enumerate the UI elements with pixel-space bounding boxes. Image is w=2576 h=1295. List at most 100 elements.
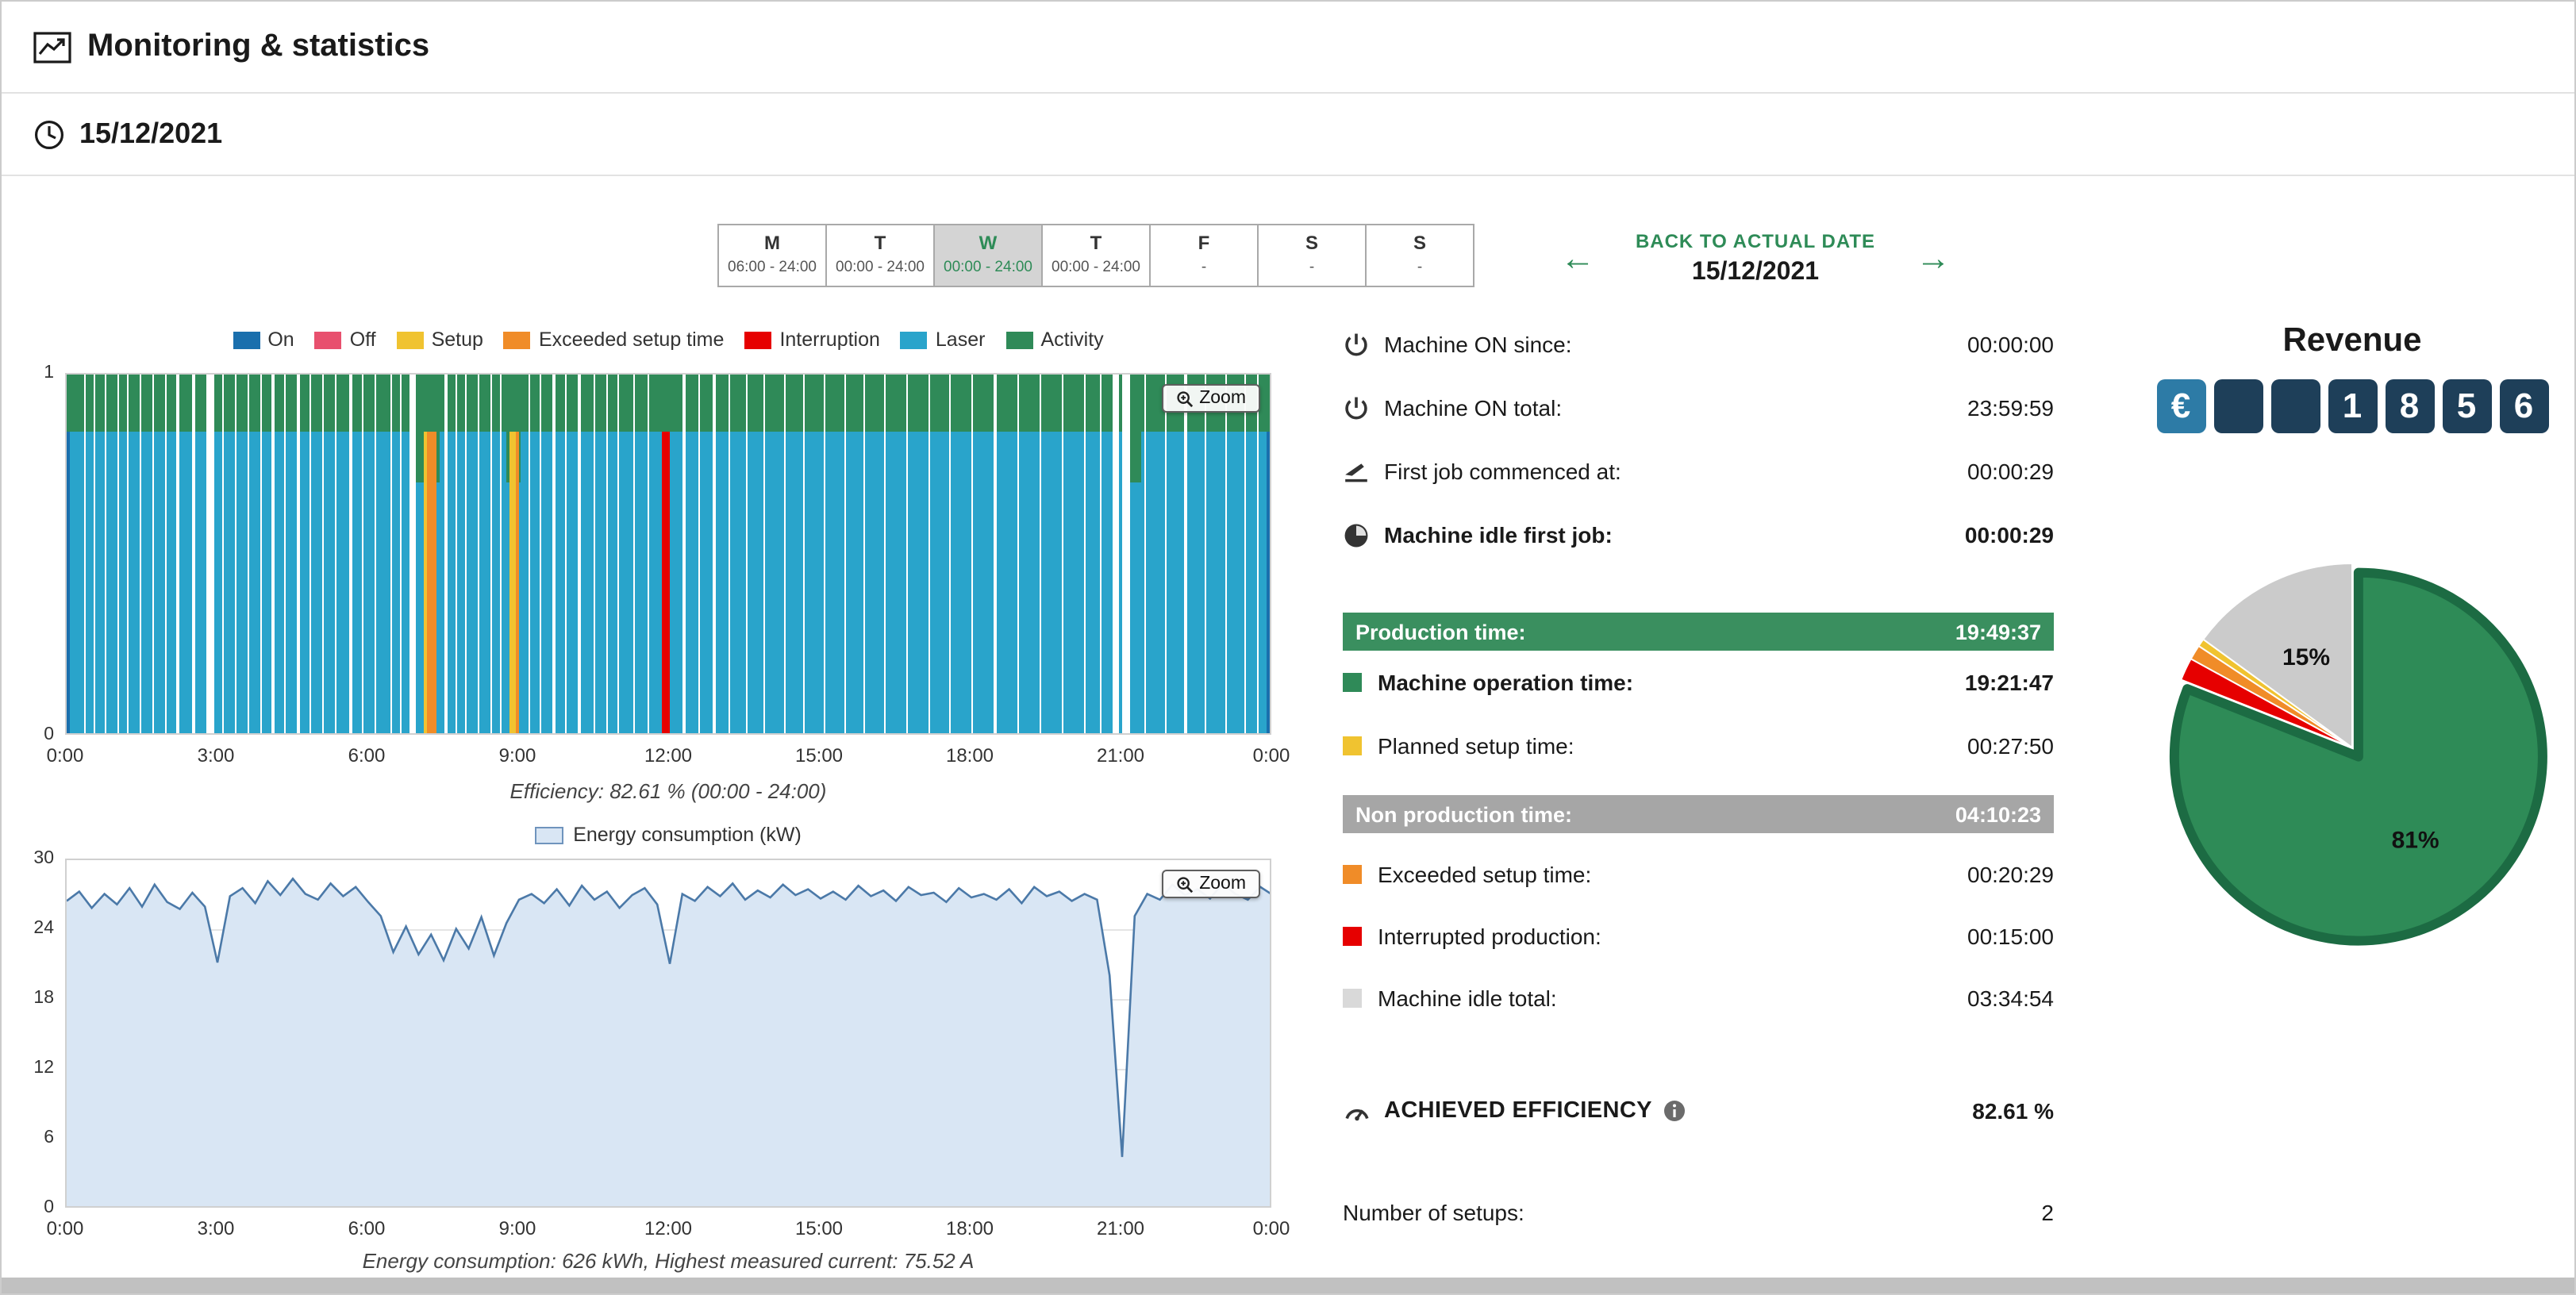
magnifier-icon: [1175, 390, 1193, 407]
achieved-efficiency-row: ACHIEVED EFFICIENCY 82.61 %: [1343, 1079, 2054, 1143]
svg-text:81%: 81%: [2392, 828, 2440, 854]
weekday-range: -: [1151, 259, 1257, 276]
laser-swatch: [901, 331, 928, 348]
activity-swatch: [1005, 331, 1032, 348]
stats-panel: Machine ON since: 00:00:00 Machine ON to…: [1343, 313, 2054, 1244]
weekday-range: 00:00 - 24:00: [827, 259, 933, 276]
on-swatch: [233, 331, 260, 348]
digit-tile: [2213, 379, 2263, 433]
non-production-time-bar: Non production time: 04:10:23: [1343, 795, 2054, 833]
interruption-swatch: [744, 331, 771, 348]
energy-consumption-plot[interactable]: [67, 860, 1271, 1208]
weekday-letter: W: [935, 233, 1041, 254]
machine-status-y-axis: 10: [27, 373, 59, 735]
next-day-arrow[interactable]: →: [1913, 238, 1954, 279]
digit-tile: 1: [2328, 379, 2377, 433]
weekday-range: 00:00 - 24:00: [1043, 259, 1149, 276]
idle-swatch: [1343, 988, 1362, 1007]
legend-item-setup: Setup: [397, 329, 483, 351]
clock-icon: [33, 118, 65, 150]
gauge-icon: [1343, 1097, 1384, 1124]
weekday-letter: F: [1151, 233, 1257, 254]
takeoff-icon: [1343, 458, 1384, 485]
digit-tile: 6: [2499, 379, 2548, 433]
back-to-actual-date-link[interactable]: BACK TO ACTUAL DATE: [1621, 230, 1890, 252]
date-header: 15/12/2021: [2, 94, 2574, 176]
dashboard-page: Monitoring & statistics 15/12/2021 M 06:…: [0, 0, 2576, 1295]
digit-tile: 8: [2385, 379, 2434, 433]
energy-x-axis: 0:003:006:009:0012:0015:0018:0021:000:00: [65, 1217, 1271, 1243]
weekday-range: 06:00 - 24:00: [719, 259, 825, 276]
weekday-cell-tue[interactable]: T 00:00 - 24:00: [825, 224, 935, 287]
currency-tile: €: [2156, 379, 2205, 433]
power-icon: [1343, 394, 1384, 421]
legend-item-exceeded-setup: Exceeded setup time: [504, 329, 725, 351]
weekday-cell-sat[interactable]: S -: [1257, 224, 1367, 287]
energy-y-axis: 3024181260: [27, 859, 59, 1208]
exceeded-setup-swatch: [1343, 864, 1362, 883]
interruption-swatch: [1343, 926, 1362, 945]
legend-item-on: On: [233, 329, 294, 351]
energy-caption: Energy consumption: 626 kWh, Highest mea…: [65, 1249, 1271, 1273]
setup-swatch: [397, 331, 424, 348]
digit-tile: [2270, 379, 2320, 433]
efficiency-caption: Efficiency: 82.61 % (00:00 - 24:00): [65, 779, 1271, 803]
machine-on-since-row: Machine ON since: 00:00:00: [1343, 313, 2054, 376]
weekday-letter: S: [1367, 233, 1473, 254]
date-navigation: ← BACK TO ACTUAL DATE 15/12/2021 →: [1557, 224, 1954, 294]
power-icon: [1343, 331, 1384, 358]
weekday-cell-sun[interactable]: S -: [1365, 224, 1474, 287]
app-header: Monitoring & statistics: [2, 2, 2574, 94]
weekday-letter: M: [719, 233, 825, 254]
energy-chart[interactable]: Zoom: [65, 859, 1271, 1208]
weekday-letter: S: [1259, 233, 1365, 254]
legend-item-interruption: Interruption: [744, 329, 879, 351]
production-time-bar: Production time: 19:49:37: [1343, 613, 2054, 651]
weekday-range: 00:00 - 24:00: [935, 259, 1041, 276]
digit-tile: 5: [2442, 379, 2491, 433]
info-icon[interactable]: [1663, 1100, 1686, 1122]
energy-legend: Energy consumption (kW): [65, 824, 1271, 846]
current-date: 15/12/2021: [79, 117, 222, 151]
week-selector: M 06:00 - 24:00 T 00:00 - 24:00 W 00:00 …: [719, 224, 1474, 287]
operation-time-swatch: [1343, 673, 1362, 692]
machine-idle-first-job-row: Machine idle first job: 00:00:29: [1343, 503, 2054, 567]
svg-text:15%: 15%: [2282, 644, 2330, 671]
horizontal-scrollbar[interactable]: [2, 1278, 2574, 1295]
weekday-cell-thu[interactable]: T 00:00 - 24:00: [1041, 224, 1151, 287]
trend-chart-icon: [33, 31, 71, 63]
previous-day-arrow[interactable]: ←: [1557, 238, 1598, 279]
machine-operation-time-row: Machine operation time: 19:21:47: [1343, 651, 2054, 714]
setup-time-swatch: [1343, 736, 1362, 755]
page-title: Monitoring & statistics: [87, 29, 429, 65]
revenue-counter: € 1 8 5 6: [2146, 379, 2559, 433]
energy-legend-label: Energy consumption (kW): [573, 824, 802, 846]
legend-item-laser: Laser: [901, 329, 986, 351]
weekday-cell-fri[interactable]: F -: [1149, 224, 1259, 287]
revenue-title: Revenue: [2146, 322, 2559, 360]
number-of-setups-row: Number of setups: 2: [1343, 1181, 2054, 1244]
off-swatch: [315, 331, 342, 348]
magnifier-icon: [1175, 875, 1193, 893]
weekday-cell-wed-selected[interactable]: W 00:00 - 24:00: [933, 224, 1043, 287]
revenue-pie-svg: 81% 15%: [2146, 541, 2559, 954]
weekday-letter: T: [1043, 233, 1149, 254]
exceeded-setup-time-row: Exceeded setup time: 00:20:29: [1343, 843, 2054, 905]
energy-zoom-button[interactable]: Zoom: [1161, 870, 1260, 898]
selected-date: 15/12/2021: [1621, 259, 1890, 287]
timeline-zoom-button[interactable]: Zoom: [1161, 384, 1260, 413]
first-job-row: First job commenced at: 00:00:29: [1343, 440, 2054, 503]
energy-swatch: [535, 826, 563, 843]
weekday-letter: T: [827, 233, 933, 254]
weekday-cell-mon[interactable]: M 06:00 - 24:00: [717, 224, 827, 287]
weekday-range: -: [1259, 259, 1365, 276]
legend-item-off: Off: [315, 329, 376, 351]
machine-status-x-axis: 0:003:006:009:0012:0015:0018:0021:000:00: [65, 744, 1271, 770]
planned-setup-time-row: Planned setup time: 00:27:50: [1343, 714, 2054, 778]
machine-status-legend: On Off Setup Exceeded setup time Interru…: [65, 329, 1271, 351]
interrupted-production-row: Interrupted production: 00:15:00: [1343, 905, 2054, 966]
machine-status-plot[interactable]: Zoom: [65, 373, 1271, 735]
legend-item-activity: Activity: [1005, 329, 1103, 351]
exceeded-setup-swatch: [504, 331, 531, 348]
machine-idle-total-row: Machine idle total: 03:34:54: [1343, 966, 2054, 1028]
